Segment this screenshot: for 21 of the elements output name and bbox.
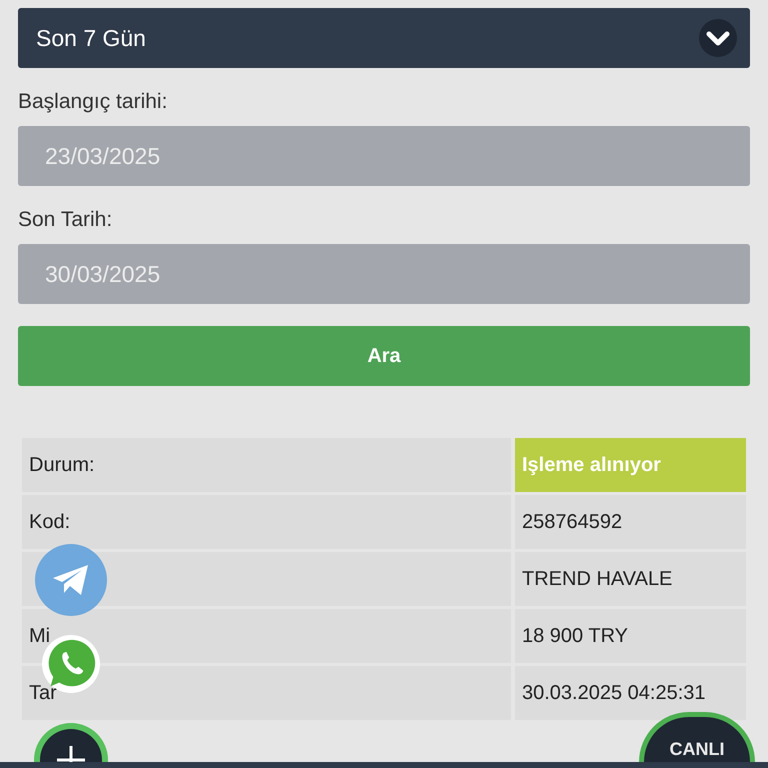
plus-icon xyxy=(56,745,86,762)
status-badge: Işleme alınıyor xyxy=(515,438,746,492)
period-select[interactable]: Son 7 Gün xyxy=(18,8,750,68)
chevron-down-icon xyxy=(698,18,738,58)
table-cell: Mi xyxy=(22,609,511,663)
table-cell: 30.03.2025 04:25:31 xyxy=(515,666,746,720)
end-date-label: Son Tarih: xyxy=(18,208,114,232)
end-date-field[interactable]: 30/03/2025 xyxy=(18,244,750,304)
search-button[interactable]: Ara xyxy=(18,326,750,386)
paper-plane-icon xyxy=(51,563,91,597)
table-cell: Kod: xyxy=(22,495,511,549)
start-date-field[interactable]: 23/03/2025 xyxy=(18,126,750,186)
table-cell: 258764592 xyxy=(515,495,746,549)
start-date-label: Başlangıç tarihi: xyxy=(18,90,168,114)
live-support-button[interactable]: CANLI xyxy=(639,712,755,762)
table-cell: Tar xyxy=(22,666,511,720)
period-select-value: Son 7 Gün xyxy=(36,24,146,52)
table-cell: TREND HAVALE xyxy=(515,552,746,606)
table-cell: Durum: xyxy=(22,438,511,492)
table-cell: 18 900 TRY xyxy=(515,609,746,663)
live-support-label: CANLI xyxy=(670,739,724,761)
